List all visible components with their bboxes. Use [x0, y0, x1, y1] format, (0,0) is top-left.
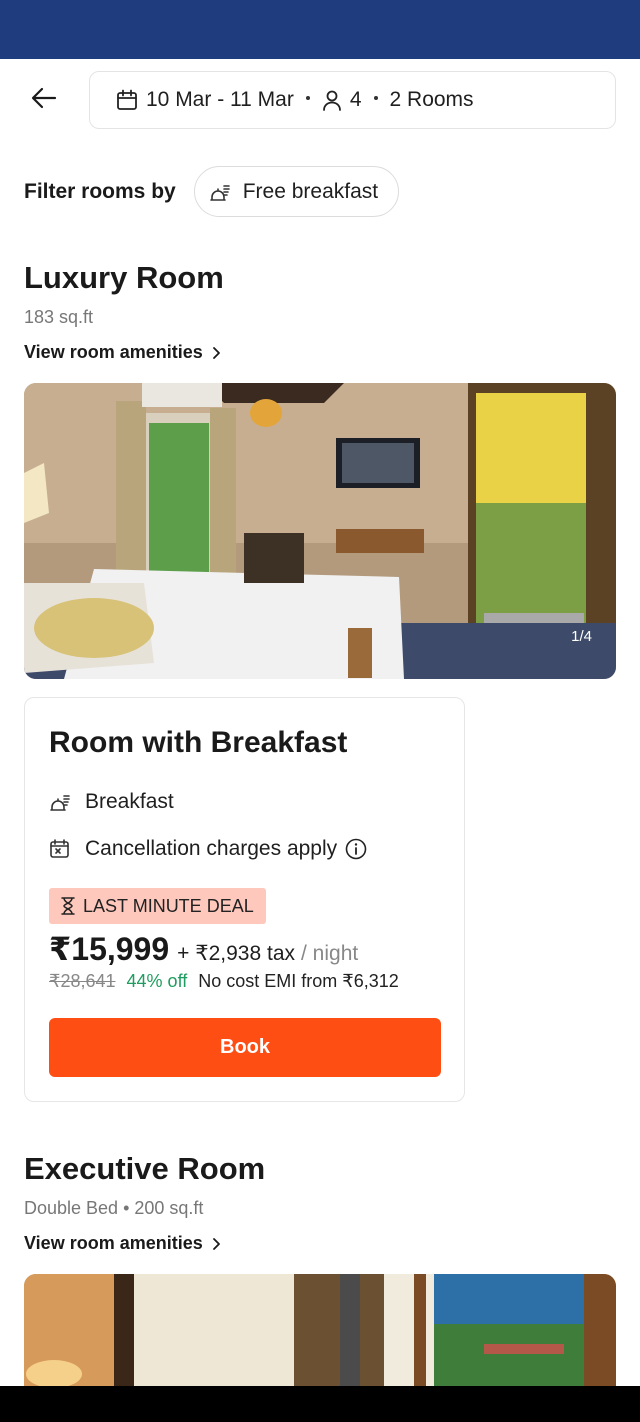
- search-summary-pill[interactable]: 10 Mar - 11 Mar 4 2 Rooms: [89, 71, 616, 129]
- date-range: 10 Mar - 11 Mar: [146, 88, 294, 111]
- chevron-right-icon: [211, 1237, 221, 1251]
- separator-dot: [373, 96, 378, 100]
- tax-amount: + ₹2,938 tax: [177, 942, 295, 965]
- cancellation-icon: [49, 838, 73, 860]
- search-summary-row: 10 Mar - 11 Mar 4 2 Rooms: [0, 71, 640, 129]
- guest-count: 4: [349, 88, 362, 111]
- room-photo-carousel[interactable]: [24, 1274, 616, 1386]
- per-night-label: / night: [301, 942, 359, 965]
- room-count: 2 Rooms: [389, 88, 474, 111]
- filter-row: Filter rooms by Free breakfast: [24, 166, 400, 217]
- book-button[interactable]: Book: [49, 1018, 441, 1077]
- room-photo-carousel[interactable]: 1/4: [24, 383, 616, 679]
- feature-label: Cancellation charges apply: [85, 837, 338, 860]
- price-amount: ₹15,999: [49, 931, 170, 967]
- chevron-right-icon: [211, 346, 221, 360]
- filter-label: Filter rooms by: [24, 179, 176, 203]
- hourglass-icon: [61, 897, 75, 915]
- photo-counter: 1/4: [571, 628, 592, 645]
- price-row: ₹15,999 + ₹2,938 tax / night: [49, 930, 358, 968]
- free-breakfast-filter-chip[interactable]: Free breakfast: [193, 166, 400, 217]
- emi-text: No cost EMI from ₹6,312: [198, 971, 399, 991]
- room-title: Executive Room: [24, 1151, 266, 1186]
- feature-label: Breakfast: [85, 790, 174, 813]
- discount-label: 44% off: [126, 971, 188, 991]
- view-room-amenities-link[interactable]: View room amenities: [24, 1233, 221, 1254]
- room-details: Double Bed • 200 sq.ft: [24, 1198, 204, 1218]
- breakfast-icon: [49, 791, 73, 813]
- back-arrow-icon: [31, 87, 57, 114]
- separator-dot: [305, 96, 310, 100]
- back-button[interactable]: [24, 83, 64, 117]
- original-price: ₹28,641: [49, 971, 116, 991]
- rate-plan-title: Room with Breakfast: [49, 726, 348, 759]
- deal-badge-label: LAST MINUTE DEAL: [83, 895, 254, 916]
- feature-cancellation: Cancellation charges apply: [49, 837, 367, 861]
- room-photo: [24, 383, 616, 679]
- feature-breakfast: Breakfast: [49, 790, 174, 814]
- status-bar: [0, 0, 640, 59]
- view-room-amenities-link[interactable]: View room amenities: [24, 342, 221, 363]
- room-details: 183 sq.ft: [24, 307, 94, 327]
- discount-row: ₹28,641 44% off No cost EMI from ₹6,312: [49, 971, 399, 992]
- person-icon: [322, 89, 342, 111]
- amenities-link-label: View room amenities: [24, 1233, 203, 1253]
- room-title: Luxury Room: [24, 260, 224, 295]
- breakfast-icon: [209, 181, 231, 203]
- amenities-link-label: View room amenities: [24, 342, 203, 362]
- rate-plan-card: Room with Breakfast Breakfast Cancellati…: [24, 697, 465, 1102]
- info-icon[interactable]: [345, 838, 367, 860]
- last-minute-deal-badge: LAST MINUTE DEAL: [49, 888, 266, 924]
- calendar-icon: [116, 89, 138, 111]
- room-photo: [24, 1274, 616, 1386]
- system-navigation-bar: [0, 1386, 640, 1422]
- filter-chip-label: Free breakfast: [242, 179, 379, 203]
